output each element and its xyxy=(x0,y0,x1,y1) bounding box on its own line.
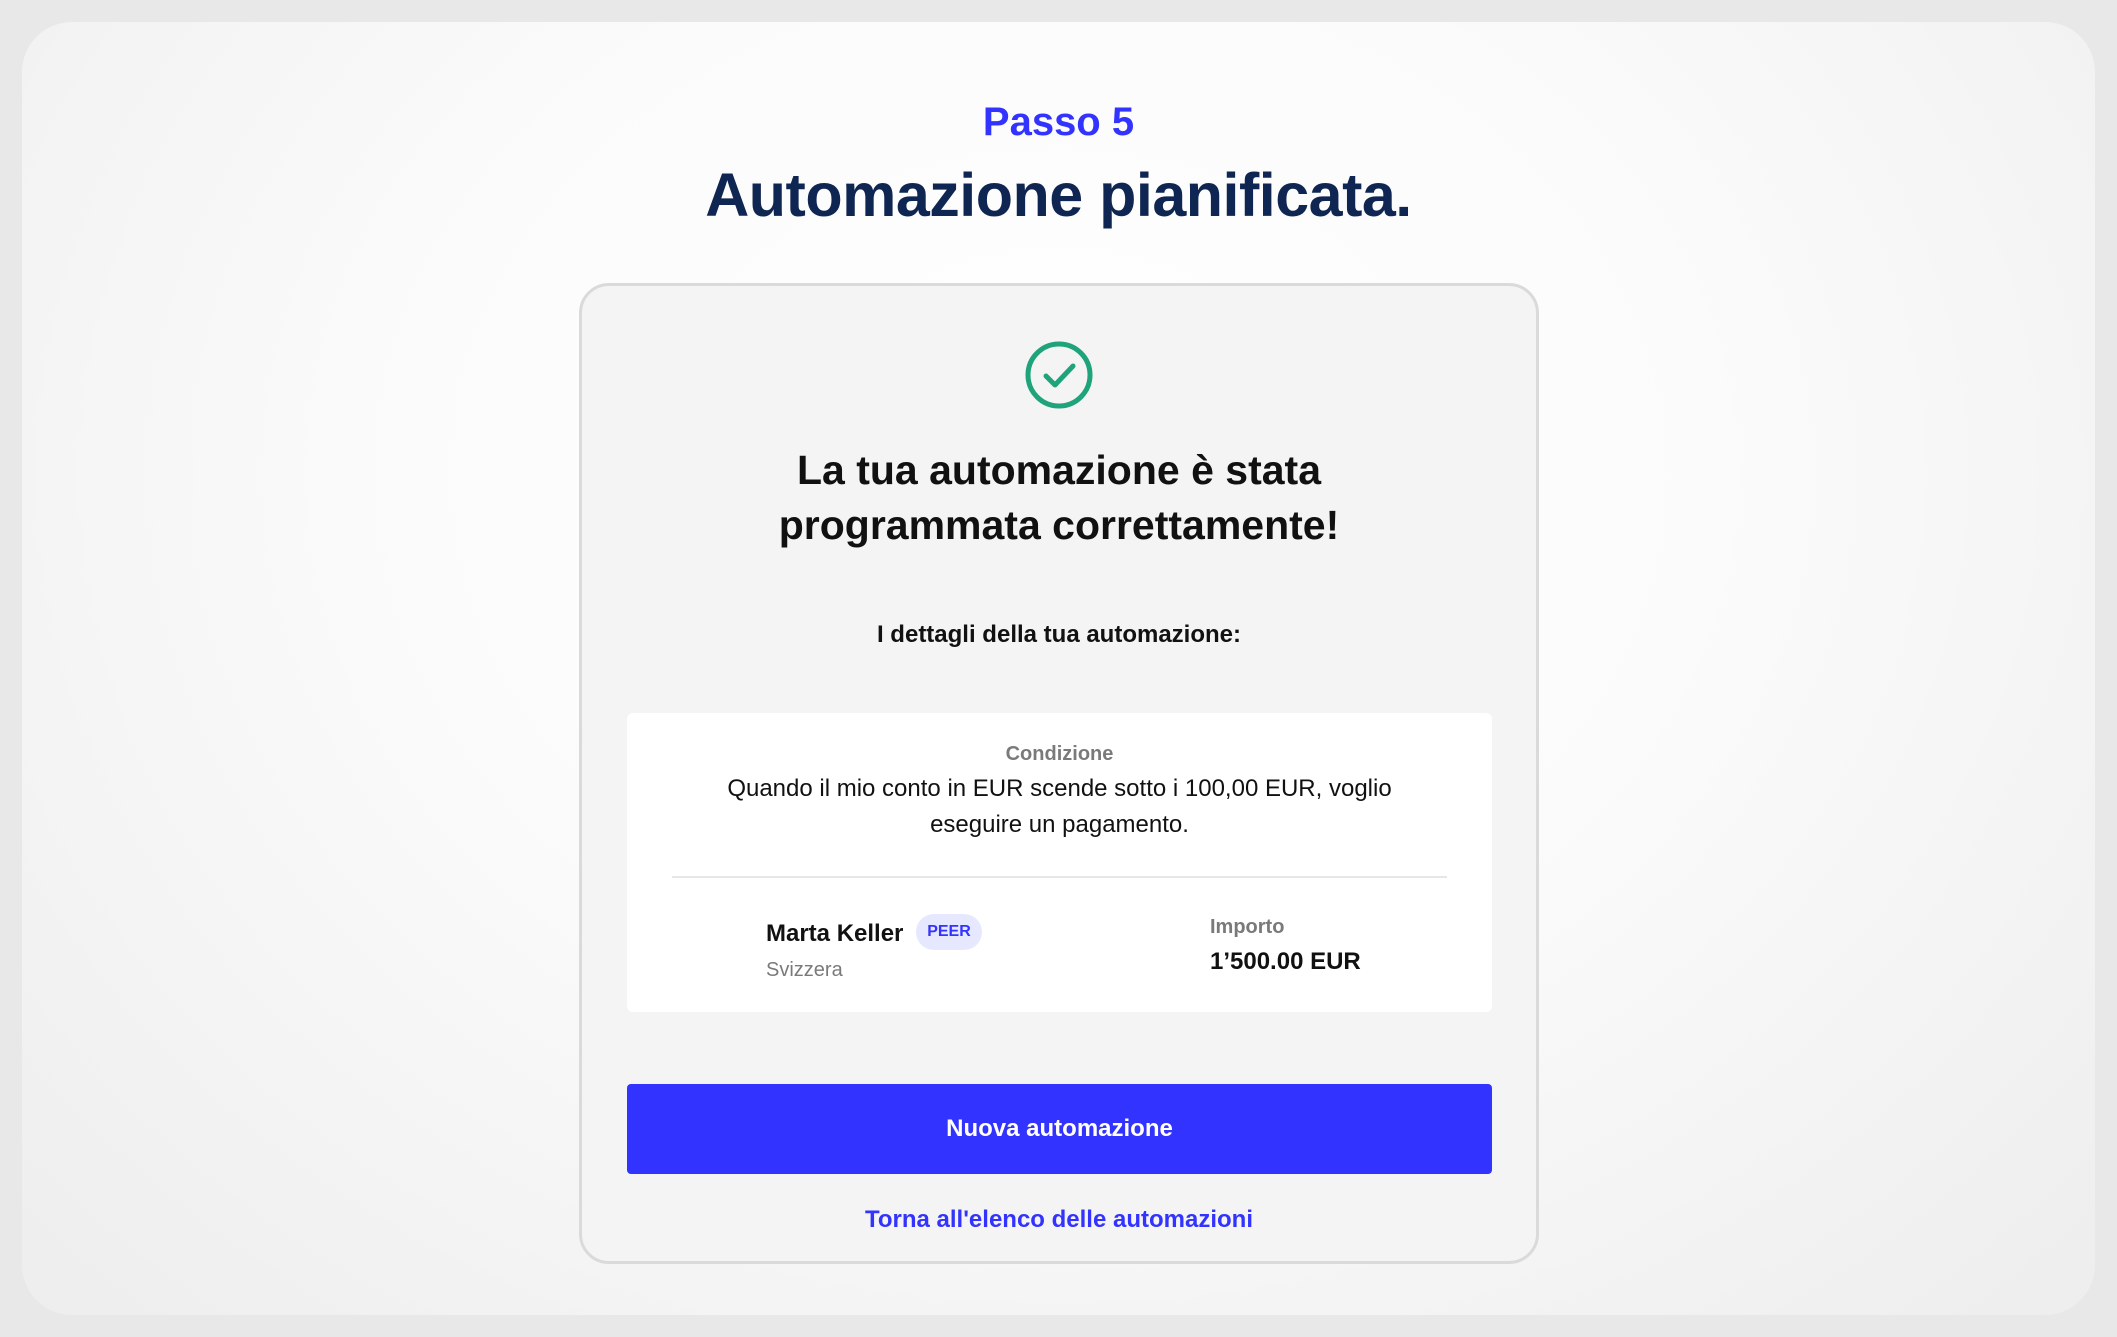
condition-text-line-1: Quando il mio conto in EUR scende sotto … xyxy=(727,775,1392,802)
condition-label: Condizione xyxy=(1005,743,1114,765)
recipient-country: Svizzera xyxy=(766,959,843,981)
back-to-automations-link[interactable]: Torna all'elenco delle automazioni xyxy=(582,1206,1536,1234)
amount-label: Importo xyxy=(1210,916,1285,938)
condition-text: Quando il mio conto in EUR scende sotto … xyxy=(707,771,1412,843)
new-automation-button[interactable]: Nuova automazione xyxy=(627,1084,1492,1174)
details-divider xyxy=(672,876,1447,878)
peer-badge: PEER xyxy=(916,914,982,950)
page-title: Automazione pianificata. xyxy=(705,161,1412,229)
step-label: Passo 5 xyxy=(982,100,1135,144)
success-message-line-1: La tua automazione è stata xyxy=(796,447,1321,493)
check-circle-icon xyxy=(1025,341,1093,409)
details-heading: I dettagli della tua automazione: xyxy=(876,621,1242,648)
recipient-name: Marta Keller xyxy=(766,920,904,947)
amount-value: 1’500.00 EUR xyxy=(1210,948,1361,975)
success-message-line-2: programmata correttamente! xyxy=(778,502,1340,548)
app-frame: Passo 5 Automazione pianificata. La tua … xyxy=(22,22,2095,1315)
confirmation-card: La tua automazione è stata programmata c… xyxy=(579,283,1539,1264)
condition-text-line-2: eseguire un pagamento. xyxy=(930,811,1189,838)
success-message: La tua automazione è stata programmata c… xyxy=(582,443,1536,553)
automation-details: Condizione Quando il mio conto in EUR sc… xyxy=(627,713,1492,1012)
